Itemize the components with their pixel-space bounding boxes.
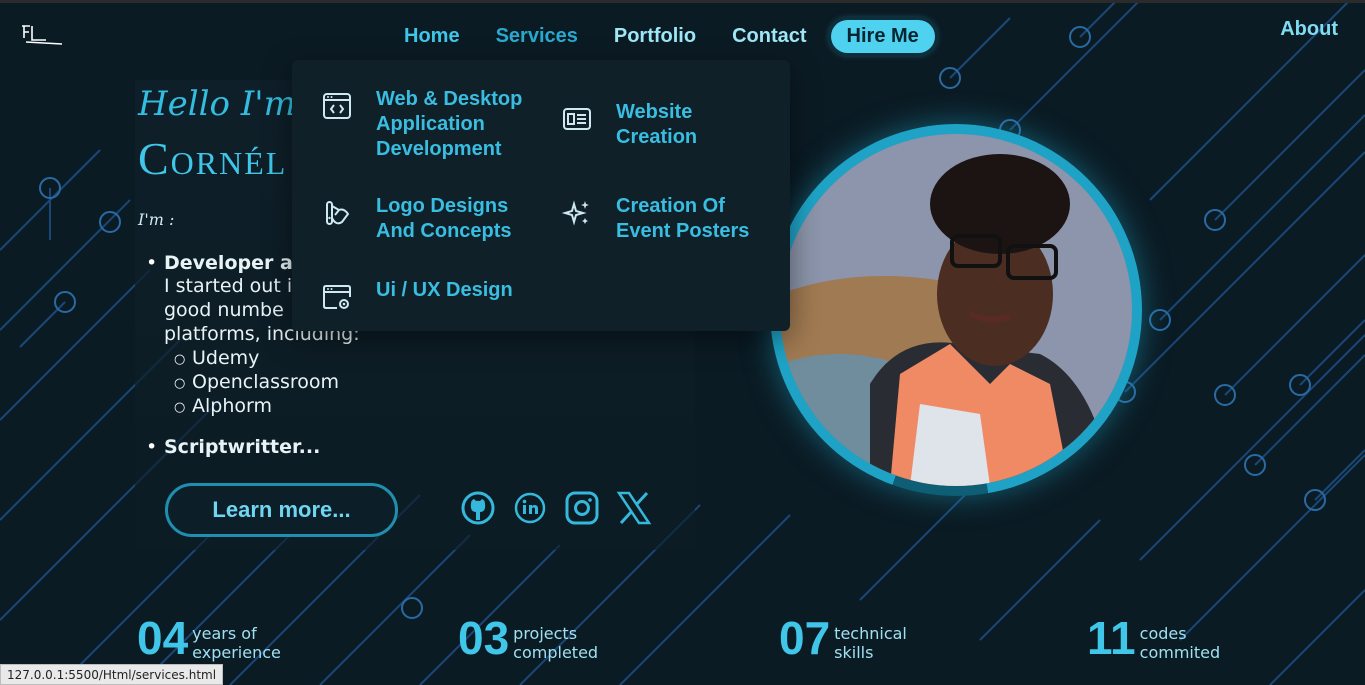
stat-value: 07 (779, 612, 831, 664)
service-label-line: Ui / UX Design (376, 279, 513, 301)
hero-name: Cornél (138, 133, 288, 184)
service-event-posters[interactable]: Creation Of Event Posters (562, 194, 749, 244)
browser-status-url: 127.0.0.1:5500/Html/services.html (0, 664, 224, 685)
stats-row: 04 years of experience 03 projects complet… (0, 612, 1365, 672)
stat-projects: 03 projects completed (458, 612, 598, 664)
service-label-line: Website (616, 101, 693, 123)
stat-value: 11 (1087, 612, 1136, 664)
stat-label: codes commited (1140, 624, 1220, 662)
social-links (460, 490, 652, 526)
stat-label: technical skills (834, 624, 907, 662)
service-label: Website Creation (616, 100, 697, 150)
platform-item: Udemy (174, 346, 566, 372)
platforms-list: Udemy Openclassroom Alphorm (174, 346, 566, 420)
stat-label: projects completed (513, 624, 598, 662)
stat-label-line: commited (1139, 643, 1221, 662)
linkedin-icon[interactable] (512, 490, 548, 526)
service-web-desktop-development[interactable]: Web & Desktop Application Development (322, 87, 522, 162)
service-logo-designs[interactable]: Logo Designs And Concepts (322, 194, 512, 244)
main-navigation: Home Services Portfolio Contact Hire Me (386, 12, 935, 64)
site-logo[interactable] (18, 22, 66, 46)
stat-value: 04 (137, 612, 189, 664)
nav-services[interactable]: Services (477, 19, 597, 64)
palette-icon (326, 201, 350, 225)
service-label: Logo Designs And Concepts (376, 194, 512, 244)
role-title: Scriptwritter... (164, 436, 321, 458)
stat-skills: 07 technical skills (779, 612, 907, 664)
website-layout-icon (563, 108, 591, 130)
stat-label-line: technical (834, 624, 907, 643)
service-label-line: Development (376, 138, 502, 160)
sparkles-icon (562, 200, 589, 226)
service-label-line: Creation Of (616, 195, 725, 217)
hero-greeting: Hello I'm (138, 84, 296, 124)
profile-photo (780, 134, 1132, 486)
service-label: Creation Of Event Posters (616, 194, 749, 244)
stat-label-line: codes (1139, 624, 1187, 643)
service-website-creation[interactable]: Website Creation (562, 100, 697, 150)
platform-item: Openclassroom (174, 370, 566, 396)
x-icon[interactable] (616, 490, 652, 526)
stat-label-line: skills (834, 643, 874, 662)
stat-label-line: experience (192, 643, 281, 662)
hero-im-label: I'm : (138, 210, 175, 229)
github-icon[interactable] (460, 490, 496, 526)
service-label: Ui / UX Design (376, 278, 513, 303)
window-top-border (0, 0, 1365, 3)
service-label-line: Event Posters (616, 220, 750, 242)
nav-contact[interactable]: Contact (714, 19, 824, 54)
role-scriptwriter: Scriptwritter... (146, 436, 566, 458)
stat-experience: 04 years of experience (137, 612, 281, 664)
stat-label-line: projects (513, 624, 578, 643)
service-label-line: And Concepts (376, 220, 512, 242)
service-ui-ux-design[interactable]: Ui / UX Design (322, 278, 513, 312)
code-window-icon (323, 93, 351, 119)
service-label-line: Web & Desktop (376, 88, 523, 110)
nav-home[interactable]: Home (386, 19, 478, 64)
nav-about[interactable]: About (1280, 18, 1338, 41)
stat-value: 03 (458, 612, 510, 664)
services-dropdown-menu: Web & Desktop Application Development We… (292, 60, 790, 331)
service-label-line: Creation (616, 126, 698, 148)
service-label: Web & Desktop Application Development (376, 87, 522, 162)
learn-more-button[interactable]: Learn more... (165, 483, 398, 537)
stat-codes: 11 codes commited (1087, 612, 1220, 664)
stat-label-line: years of (192, 624, 257, 643)
hire-me-button[interactable]: Hire Me (830, 19, 935, 53)
nav-portfolio[interactable]: Portfolio (596, 19, 714, 54)
platform-item: Alphorm (174, 394, 566, 420)
service-label-line: Logo Designs (376, 195, 509, 217)
instagram-icon[interactable] (564, 490, 600, 526)
service-label-line: Application (376, 113, 485, 135)
stat-label-line: completed (513, 643, 599, 662)
settings-window-icon (323, 285, 351, 309)
stat-label: years of experience (192, 624, 281, 662)
